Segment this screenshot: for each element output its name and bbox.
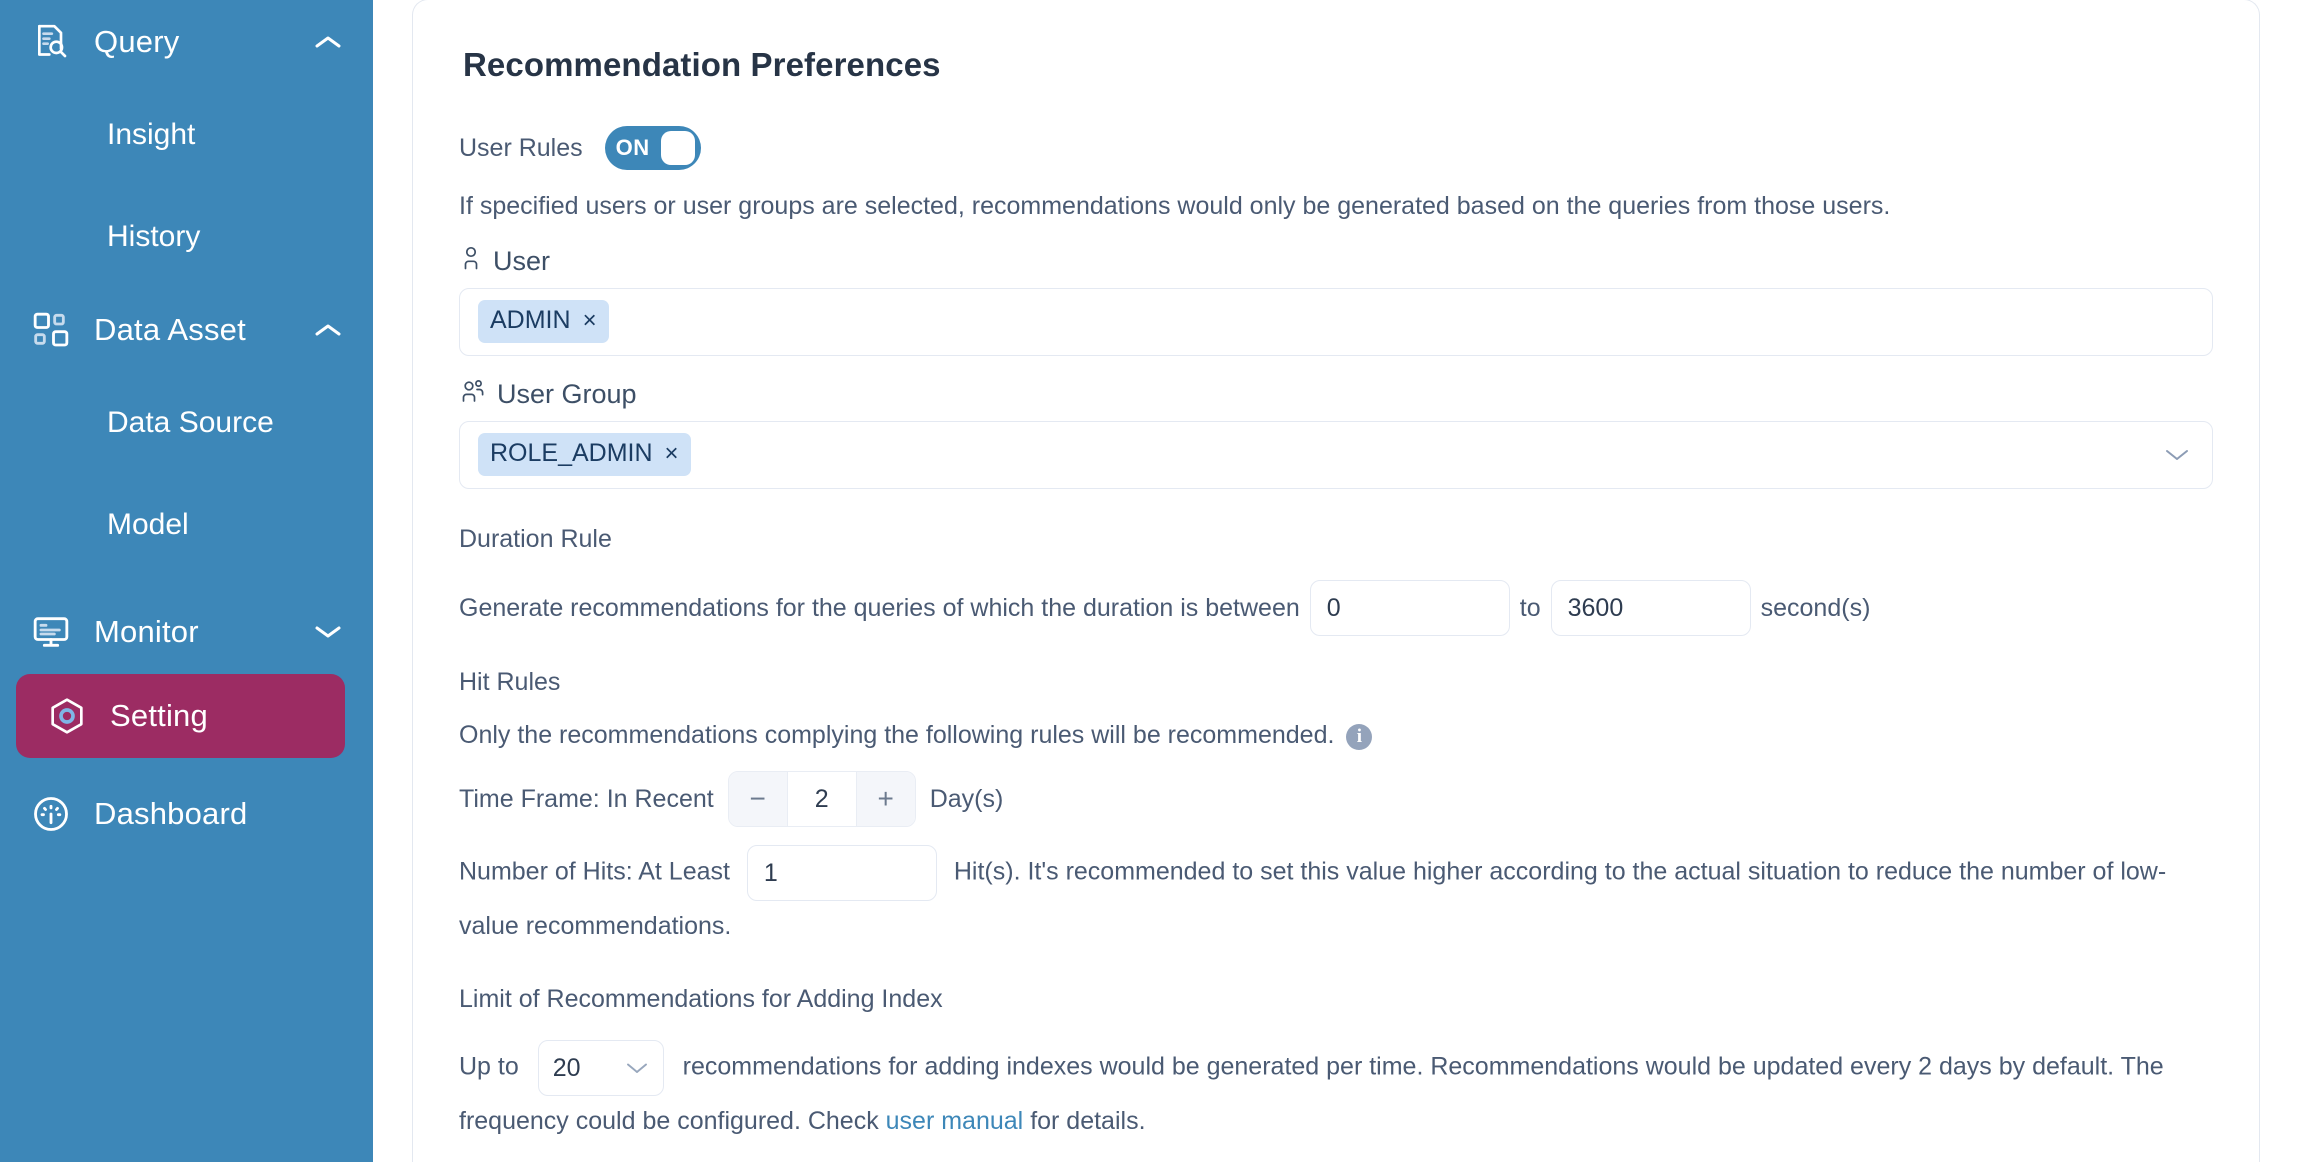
sidebar-item-label: Query	[94, 24, 180, 59]
setting-hexagon-icon	[46, 695, 88, 737]
hit-rules-description-row: Only the recommendations complying the f…	[459, 713, 2213, 757]
limit-text-after-1: recommendations for adding indexes would…	[459, 1052, 2164, 1135]
user-group-tag: ROLE_ADMIN ×	[478, 433, 691, 476]
monitor-screen-icon	[30, 611, 72, 653]
sidebar-item-data-source[interactable]: Data Source	[0, 372, 373, 474]
sidebar-item-label: Model	[107, 508, 189, 541]
sidebar: Query Insight History Data Asset Data So…	[0, 0, 373, 1162]
time-frame-decrement-button[interactable]: −	[728, 771, 787, 826]
number-of-hits-label: Number of Hits: At Least	[459, 857, 730, 886]
chevron-down-icon[interactable]	[311, 615, 345, 649]
number-of-hits-value: 1	[763, 858, 778, 887]
data-asset-blocks-icon	[30, 309, 72, 351]
user-icon	[459, 245, 483, 278]
limit-text-before: Up to	[459, 1052, 519, 1081]
main-content: Recommendation Preferences User Rules ON…	[373, 0, 2300, 1162]
user-rules-row: User Rules ON	[459, 126, 2213, 170]
user-tag-label: ADMIN	[490, 306, 571, 334]
chevron-down-icon	[625, 1061, 649, 1075]
time-frame-increment-button[interactable]: +	[856, 771, 915, 826]
user-group-tag-label: ROLE_ADMIN	[490, 439, 653, 467]
close-icon[interactable]: ×	[583, 308, 597, 333]
time-frame-label: Time Frame: In Recent	[459, 784, 714, 813]
page-title: Recommendation Preferences	[463, 46, 941, 83]
sidebar-item-dashboard[interactable]: Dashboard	[0, 772, 373, 856]
sidebar-item-query[interactable]: Query	[0, 0, 373, 84]
time-frame-stepper: − 2 +	[727, 770, 916, 827]
app-root: Query Insight History Data Asset Data So…	[0, 0, 2300, 1162]
limit-recommendations-row: Up to 20 recommendations for adding inde…	[459, 1039, 2213, 1146]
preferences-card: Recommendation Preferences User Rules ON…	[412, 0, 2260, 1162]
duration-min-input[interactable]: 0	[1309, 579, 1510, 636]
info-icon[interactable]: i	[1346, 723, 1373, 750]
duration-rule-heading: Duration Rule	[459, 524, 612, 553]
limit-recommendations-heading: Limit of Recommendations for Adding Inde…	[459, 984, 943, 1013]
limit-dropdown-value: 20	[552, 1053, 581, 1082]
hit-rules-description: Only the recommendations complying the f…	[459, 720, 1335, 749]
user-group-field-label-text: User Group	[497, 378, 637, 409]
number-of-hits-row: Number of Hits: At Least 1 Hit(s). It's …	[459, 844, 2213, 951]
sidebar-item-label: Data Asset	[94, 312, 246, 347]
duration-min-value: 0	[1326, 593, 1341, 622]
chevron-up-icon[interactable]	[311, 25, 345, 59]
time-frame-row: Time Frame: In Recent − 2 + Day(s)	[459, 770, 2213, 827]
sidebar-item-label: Dashboard	[94, 796, 248, 831]
user-rules-toggle[interactable]: ON	[604, 126, 701, 170]
limit-dropdown[interactable]: 20	[537, 1039, 664, 1096]
duration-text-after: second(s)	[1760, 593, 1871, 622]
duration-max-value: 3600	[1567, 593, 1624, 622]
sidebar-group-data-asset: Data Asset Data Source Model	[0, 288, 373, 576]
number-of-hits-input[interactable]: 1	[746, 844, 937, 901]
limit-text-after-2: for details.	[1030, 1106, 1146, 1135]
duration-rule-row: Generate recommendations for the queries…	[459, 579, 2213, 636]
sidebar-group-query: Query Insight History	[0, 0, 373, 288]
sidebar-item-model[interactable]: Model	[0, 474, 373, 576]
close-icon[interactable]: ×	[665, 441, 679, 466]
sidebar-item-label: History	[107, 220, 201, 253]
time-frame-value[interactable]: 2	[786, 771, 857, 826]
user-rules-label: User Rules	[459, 133, 583, 162]
sidebar-item-insight[interactable]: Insight	[0, 84, 373, 186]
sidebar-item-label: Monitor	[94, 614, 199, 649]
duration-text-before: Generate recommendations for the queries…	[459, 593, 1300, 622]
sidebar-item-setting[interactable]: Setting	[16, 674, 345, 758]
sidebar-item-label: Insight	[107, 118, 196, 151]
user-rules-description: If specified users or user groups are se…	[459, 192, 1891, 220]
user-manual-link[interactable]: user manual	[886, 1107, 1024, 1135]
hit-rules-heading: Hit Rules	[459, 667, 561, 696]
sidebar-item-label: Setting	[110, 698, 208, 733]
toggle-knob	[660, 131, 695, 165]
sidebar-item-history[interactable]: History	[0, 186, 373, 288]
sidebar-item-data-asset[interactable]: Data Asset	[0, 288, 373, 372]
user-group-field-label: User Group	[459, 378, 2213, 411]
user-group-icon	[459, 378, 487, 411]
duration-max-input[interactable]: 3600	[1550, 579, 1751, 636]
query-document-search-icon	[30, 21, 72, 63]
dashboard-gauge-icon	[30, 793, 72, 835]
chevron-down-icon[interactable]	[2164, 442, 2190, 468]
time-frame-unit: Day(s)	[929, 784, 1004, 813]
user-tag: ADMIN ×	[478, 300, 609, 343]
user-select[interactable]: ADMIN ×	[459, 287, 2213, 356]
sidebar-item-monitor[interactable]: Monitor	[0, 590, 373, 674]
duration-text-middle: to	[1519, 593, 1541, 622]
sidebar-item-label: Data Source	[107, 406, 274, 439]
user-group-select[interactable]: ROLE_ADMIN ×	[459, 420, 2213, 489]
toggle-state-label: ON	[615, 135, 650, 160]
chevron-up-icon[interactable]	[311, 313, 345, 347]
user-field-label-text: User	[493, 245, 551, 276]
user-field-label: User	[459, 245, 2213, 278]
